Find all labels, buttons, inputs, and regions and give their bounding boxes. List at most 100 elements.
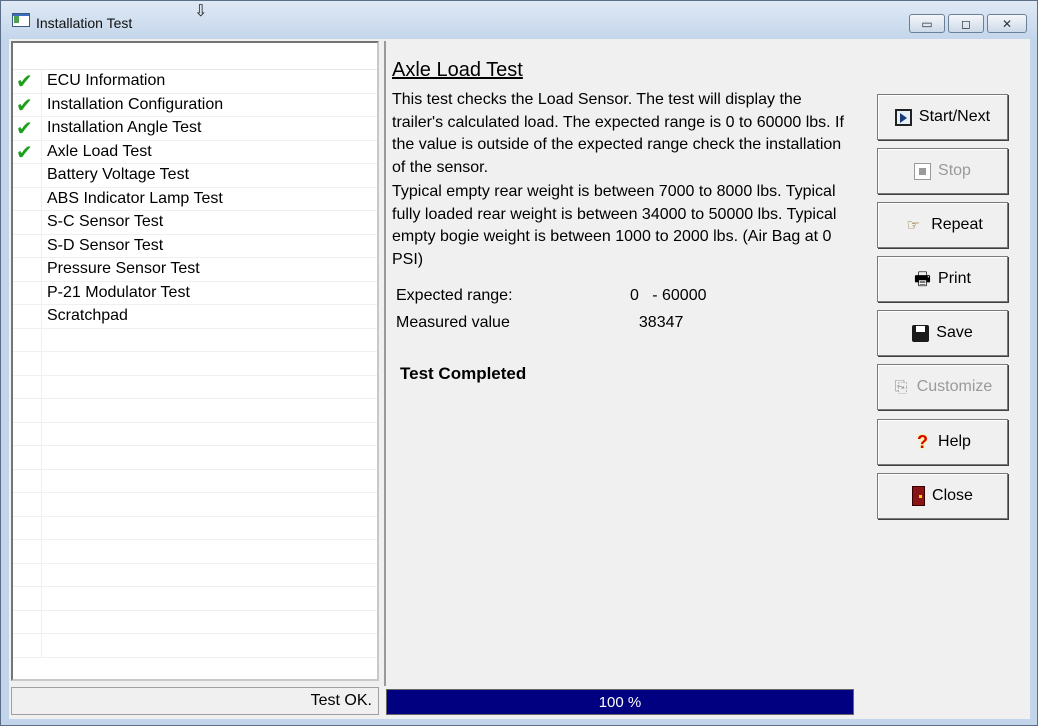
row-gutter: [13, 258, 42, 281]
empty-list-row: [13, 610, 377, 634]
client-area: ✔ ECU Information ✔ Installation Configurat…: [9, 39, 1030, 719]
progress-bar: 100 %: [386, 689, 854, 715]
measured-value-label: Measured value: [396, 314, 510, 331]
row-gutter: [13, 422, 42, 445]
empty-list-row: [13, 469, 377, 493]
test-list-item[interactable]: P-21 Modulator Test: [13, 281, 377, 305]
row-gutter: [13, 234, 42, 257]
test-list-label: P-21 Modulator Test: [47, 283, 190, 301]
start-next-button[interactable]: Start/Next: [877, 94, 1008, 140]
minimize-button[interactable]: ▭: [909, 14, 945, 33]
row-gutter: [13, 399, 42, 422]
checkmark-icon: ✔: [16, 69, 33, 93]
row-gutter: [13, 587, 42, 610]
row-gutter: [13, 446, 42, 469]
printer-icon: 🖶: [914, 268, 932, 289]
typical-weights-note: Typical empty rear weight is between 700…: [392, 183, 837, 268]
empty-list-row: [13, 422, 377, 446]
checkmark-icon: ✔: [16, 92, 33, 117]
progress-label: 100 %: [598, 694, 642, 711]
test-list-label: Battery Voltage Test: [47, 166, 190, 183]
empty-list-row: [13, 446, 377, 470]
test-list-item[interactable]: S-D Sensor Test: [13, 234, 377, 258]
empty-list-row: [13, 399, 377, 423]
installation-test-window: Installation Test ⇩ ▭ ◻ ✕ ✔ ECU Informati…: [0, 0, 1038, 726]
test-list-item[interactable]: ✔ ECU Information: [13, 70, 377, 94]
empty-list-row: [13, 587, 377, 611]
row-gutter: [13, 328, 42, 351]
close-label: Close: [932, 487, 973, 504]
help-label: Help: [938, 433, 971, 450]
test-list-item[interactable]: ABS Indicator Lamp Test: [13, 187, 377, 211]
measured-value: 38347: [630, 314, 684, 331]
test-list: ✔ ECU Information ✔ Installation Configurat…: [13, 70, 377, 658]
test-list-label: Pressure Sensor Test: [47, 260, 200, 277]
test-list-item[interactable]: Pressure Sensor Test: [13, 258, 377, 282]
empty-list-row: [13, 563, 377, 587]
window-title: Installation Test: [36, 15, 133, 31]
test-list-label: S-C Sensor Test: [47, 213, 164, 230]
repeat-button[interactable]: ☞ Repeat: [877, 202, 1008, 248]
test-list-label: ABS Indicator Lamp Test: [47, 189, 223, 207]
row-gutter: [13, 610, 42, 633]
row-gutter: [13, 305, 42, 328]
row-gutter: [13, 540, 42, 563]
empty-list-row: [13, 493, 377, 517]
play-icon: [894, 108, 912, 126]
test-list-item[interactable]: Scratchpad: [13, 305, 377, 329]
save-button[interactable]: Save: [877, 310, 1008, 356]
help-button[interactable]: ? Help: [877, 419, 1008, 465]
test-list-item[interactable]: Battery Voltage Test: [13, 164, 377, 188]
stop-icon: [914, 162, 932, 180]
customize-button[interactable]: ⎘ Customize: [877, 364, 1008, 410]
start-next-label: Start/Next: [918, 108, 991, 125]
customize-icon: ⎘: [894, 378, 908, 396]
app-icon: [12, 13, 30, 27]
test-heading: Axle Load Test: [392, 59, 523, 81]
stop-button[interactable]: Stop: [877, 148, 1008, 194]
empty-list-row: [13, 540, 377, 564]
expected-range-label: Expected range:: [396, 287, 513, 304]
maximize-button[interactable]: ◻: [948, 14, 984, 33]
row-gutter: [13, 493, 42, 516]
close-window-button[interactable]: ✕: [987, 14, 1027, 33]
row-gutter: [13, 634, 42, 657]
test-list-label: Installation Configuration: [47, 95, 224, 113]
print-button[interactable]: 🖶 Print: [877, 256, 1008, 302]
checkmark-icon: ✔: [16, 139, 33, 164]
title-bar[interactable]: Installation Test ⇩ ▭ ◻ ✕: [1, 1, 1037, 39]
checkmark-icon: ✔: [16, 116, 33, 140]
test-status-text: Test Completed: [400, 364, 527, 383]
test-list-label: Axle Load Test: [47, 142, 152, 160]
row-gutter: [13, 563, 42, 586]
test-list-label: Installation Angle Test: [47, 119, 202, 136]
test-list-header: [13, 43, 377, 70]
test-detail-panel: Axle Load Test This test checks the Load…: [384, 41, 856, 686]
empty-list-row: [13, 352, 377, 376]
empty-list-row: [13, 516, 377, 540]
test-description: This test checks the Load Sensor. The te…: [392, 91, 844, 176]
empty-list-row: [13, 375, 377, 399]
floppy-disk-icon: [912, 324, 930, 342]
expected-range-value: 0 - 60000: [630, 287, 707, 304]
test-list-item[interactable]: S-C Sensor Test: [13, 211, 377, 235]
print-label: Print: [938, 270, 971, 287]
repeat-label: Repeat: [931, 216, 983, 233]
row-gutter: [13, 375, 42, 398]
close-button[interactable]: Close: [877, 473, 1008, 519]
row-gutter: [13, 352, 42, 375]
question-mark-icon: ?: [917, 431, 929, 452]
stop-label: Stop: [938, 162, 971, 179]
test-list-panel: ✔ ECU Information ✔ Installation Configurat…: [11, 41, 379, 681]
empty-list-row: [13, 328, 377, 352]
test-list-item[interactable]: ✔ Installation Angle Test: [13, 117, 377, 141]
window-controls: ▭ ◻ ✕: [909, 14, 1027, 33]
status-message-box: Test OK.: [11, 687, 379, 715]
test-list-item[interactable]: ✔ Axle Load Test: [13, 139, 377, 164]
test-list-label: S-D Sensor Test: [47, 236, 164, 254]
row-gutter: [13, 211, 42, 234]
customize-label: Customize: [916, 378, 993, 395]
test-list-item[interactable]: ✔ Installation Configuration: [13, 92, 377, 117]
status-message: Test OK.: [310, 692, 372, 709]
row-gutter: [13, 469, 42, 492]
